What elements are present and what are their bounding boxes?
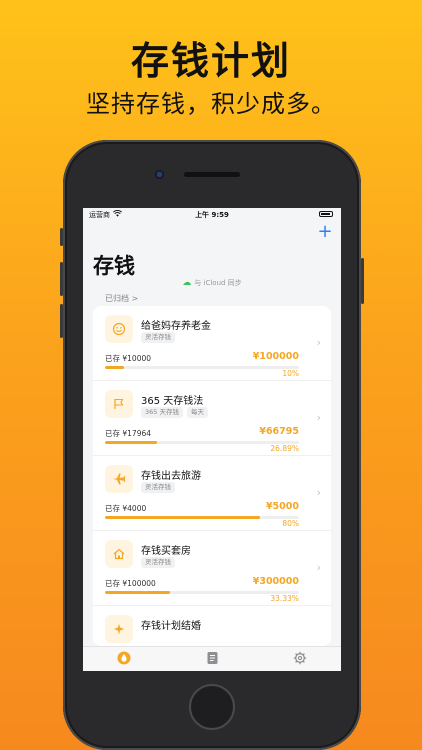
plan-item[interactable]: 存钱出去旅游 灵活存钱 已存 ¥4000 ¥5000 80% ›	[93, 456, 331, 531]
drop-icon	[117, 650, 131, 669]
house-icon	[105, 540, 133, 568]
sparkle-icon	[105, 615, 133, 643]
plan-tag: 灵活存钱	[141, 482, 175, 493]
chevron-right-icon: ›	[316, 411, 321, 424]
add-plan-button[interactable]: +	[317, 223, 333, 241]
plan-list: 给爸妈存养老金 灵活存钱 已存 ¥10000 ¥100000 10% › 365…	[93, 306, 331, 646]
speaker-grille	[184, 172, 240, 177]
volume-down-button	[60, 304, 63, 338]
plan-tag: 灵活存钱	[141, 557, 175, 568]
headline: 存钱计划	[130, 39, 291, 83]
phone-frame: 运营商 上午 9:59 + 存钱 ☁ 与 iCloud 同步 已归档 > 给爸妈存…	[60, 140, 364, 750]
plan-item[interactable]: 给爸妈存养老金 灵活存钱 已存 ¥10000 ¥100000 10% ›	[93, 306, 331, 381]
app-screen: 运营商 上午 9:59 + 存钱 ☁ 与 iCloud 同步 已归档 > 给爸妈存…	[83, 208, 341, 671]
volume-up-button	[60, 262, 63, 296]
smile-icon	[105, 315, 133, 343]
front-camera	[155, 170, 164, 179]
status-bar: 运营商 上午 9:59	[83, 208, 341, 220]
power-button	[361, 258, 364, 304]
progress-fill	[105, 441, 158, 444]
plan-target: ¥66795	[259, 426, 299, 437]
page-title: 存钱	[93, 254, 135, 278]
home-button[interactable]	[189, 684, 235, 730]
plan-item[interactable]: 存钱计划结婚	[93, 606, 331, 646]
tab-bar	[83, 646, 341, 671]
chevron-right-icon: ›	[316, 561, 321, 574]
cloud-icon: ☁	[182, 278, 192, 288]
airplane-icon	[105, 465, 133, 493]
plan-item[interactable]: 365 天存钱法 365 天存钱 每天 已存 ¥17964 ¥66795 26.…	[93, 381, 331, 456]
plan-percent: 26.89%	[270, 444, 299, 453]
progress-fill	[105, 591, 170, 594]
plan-saved: 已存 ¥17964	[105, 429, 152, 438]
plan-target: ¥5000	[265, 501, 299, 512]
tab-settings[interactable]	[292, 651, 308, 667]
battery-icon	[319, 211, 333, 217]
archived-link[interactable]: 已归档 >	[105, 293, 138, 304]
plan-saved: 已存 ¥10000	[105, 354, 152, 363]
plan-percent: 80%	[282, 519, 299, 528]
plan-tag: 每天	[186, 407, 208, 418]
flag-icon	[105, 390, 133, 418]
plan-name: 365 天存钱法	[141, 396, 204, 407]
tab-savings[interactable]	[116, 651, 132, 667]
chevron-right-icon: ›	[316, 486, 321, 499]
icloud-sync-status: ☁ 与 iCloud 同步	[83, 278, 341, 288]
progress-bar	[105, 366, 299, 369]
sync-label: 与 iCloud 同步	[194, 279, 242, 287]
plan-tag: 灵活存钱	[141, 332, 175, 343]
plan-item[interactable]: 存钱买套房 灵活存钱 已存 ¥100000 ¥300000 33.33% ›	[93, 531, 331, 606]
tab-records[interactable]	[204, 651, 220, 667]
plan-saved: 已存 ¥4000	[105, 504, 147, 513]
plan-name: 存钱买套房	[141, 546, 191, 557]
subline: 坚持存钱，积少成多。	[86, 90, 336, 118]
progress-bar	[105, 516, 299, 519]
plan-target: ¥300000	[252, 576, 299, 587]
chevron-right-icon: ›	[316, 336, 321, 349]
notebook-icon	[206, 650, 219, 669]
plan-name: 存钱计划结婚	[141, 621, 201, 632]
plan-tag: 365 天存钱	[141, 407, 183, 418]
progress-fill	[105, 516, 261, 519]
plan-target: ¥100000	[252, 351, 299, 362]
clock: 上午 9:59	[195, 211, 229, 219]
mute-switch	[60, 228, 63, 246]
plan-percent: 10%	[282, 369, 299, 378]
gear-icon	[293, 650, 307, 669]
plan-percent: 33.33%	[270, 594, 299, 603]
plan-name: 给爸妈存养老金	[141, 321, 211, 332]
plan-name: 存钱出去旅游	[141, 471, 201, 482]
progress-fill	[105, 366, 125, 369]
plan-saved: 已存 ¥100000	[105, 579, 156, 588]
